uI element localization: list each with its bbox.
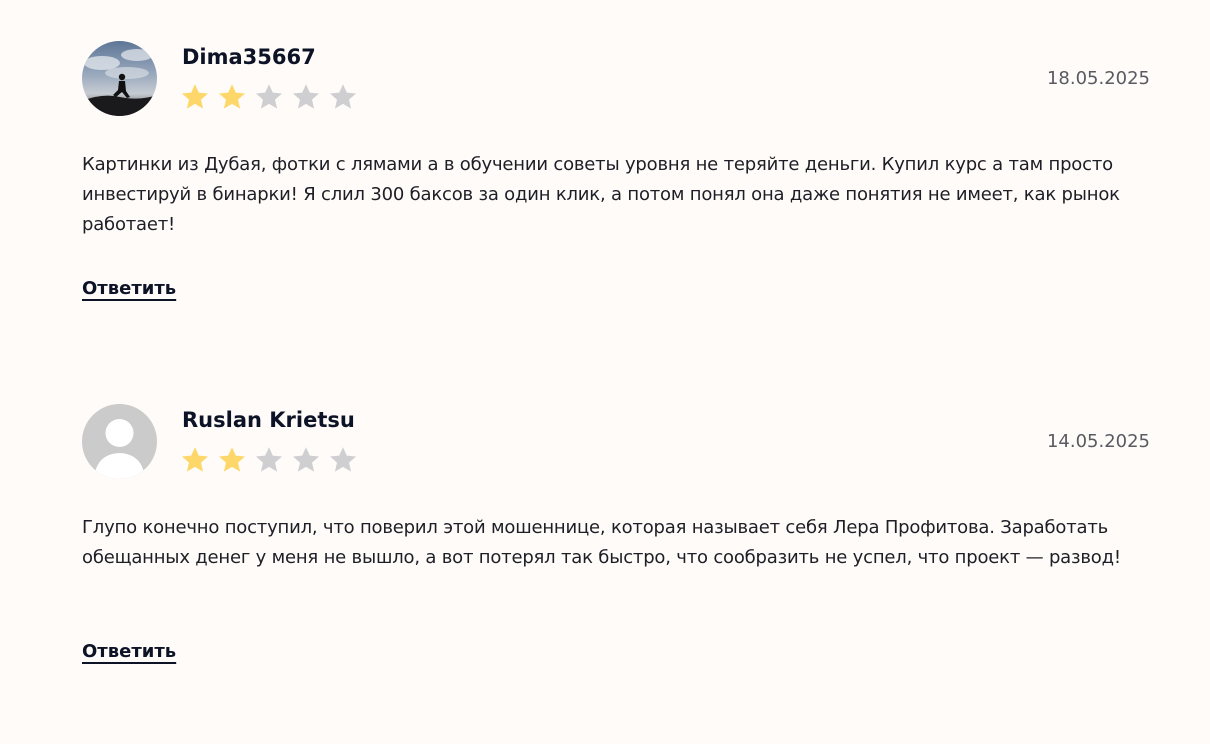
review-text: Глупо конечно поступил, что поверил этой…: [82, 517, 1121, 568]
star-filled-icon: [219, 84, 245, 109]
review-text: Картинки из Дубая, фотки с лямами а в об…: [82, 154, 1120, 235]
reply-link[interactable]: Ответить: [82, 278, 176, 299]
star-filled-icon: [182, 84, 208, 109]
review-date: 14.05.2025: [1046, 431, 1150, 452]
rating-stars: [180, 82, 358, 112]
author-name: Dima35667: [182, 45, 316, 69]
star-filled-icon: [182, 447, 208, 472]
reply-link[interactable]: Ответить: [82, 641, 176, 662]
reviews-list: Dima35667 18.05.2025 Картинки из Дубая, …: [0, 0, 1210, 744]
star-empty-icon: [256, 84, 282, 109]
star-empty-icon: [330, 84, 356, 109]
author-name: Ruslan Krietsu: [182, 408, 355, 432]
rating-stars: [180, 445, 358, 475]
star-filled-icon: [219, 447, 245, 472]
default-user-avatar-icon: [82, 404, 157, 479]
star-empty-icon: [256, 447, 282, 472]
review-item: Ruslan Krietsu 14.05.2025 Глупо конечно …: [82, 403, 1150, 703]
review-date: 18.05.2025: [1046, 68, 1150, 89]
star-empty-icon: [293, 447, 319, 472]
photo-avatar-icon: [82, 41, 157, 116]
star-empty-icon: [330, 447, 356, 472]
review-item: Dima35667 18.05.2025 Картинки из Дубая, …: [82, 40, 1150, 340]
star-empty-icon: [293, 84, 319, 109]
